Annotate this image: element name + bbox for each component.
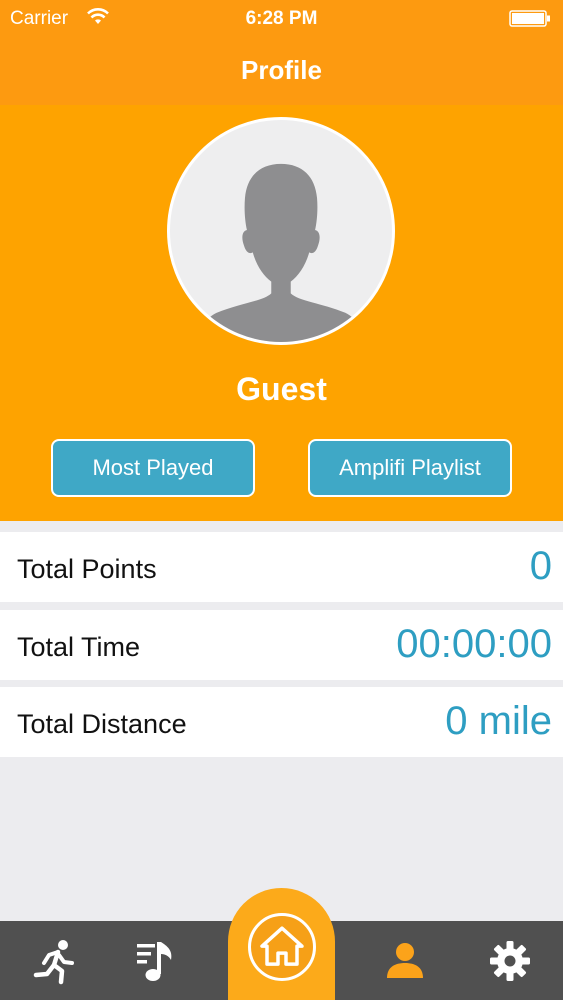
- tab-home[interactable]: [228, 888, 335, 1000]
- navigation-bar: Profile: [0, 38, 563, 105]
- tab-music[interactable]: [118, 921, 198, 1000]
- tab-settings[interactable]: [470, 921, 550, 1000]
- stat-row-total-points: Total Points 0: [0, 532, 563, 602]
- gear-icon: [490, 940, 530, 981]
- stat-row-total-time: Total Time 00:00:00: [0, 610, 563, 680]
- page-title: Profile: [241, 55, 322, 85]
- profile-icon: [387, 942, 423, 978]
- stat-row-total-distance: Total Distance 0 mile: [0, 687, 563, 757]
- tab-profile[interactable]: [365, 921, 445, 1000]
- profile-header: Guest Most Played Amplifi Playlist: [0, 105, 563, 521]
- stat-label: Total Time: [17, 632, 141, 662]
- amplifi-playlist-button[interactable]: Amplifi Playlist: [308, 439, 512, 497]
- profile-name: Guest: [236, 371, 327, 407]
- most-played-button[interactable]: Most Played: [51, 439, 255, 497]
- music-list-icon: [137, 941, 172, 981]
- stat-value: 0 mile: [445, 699, 552, 743]
- clock: 6:28 PM: [245, 8, 318, 29]
- stat-value: 0: [529, 544, 552, 588]
- status-bar: Carrier 6:28 PM: [0, 0, 563, 38]
- person-silhouette-icon: [197, 163, 365, 342]
- stat-label: Total Points: [17, 554, 157, 584]
- stat-label: Total Distance: [17, 709, 187, 739]
- tab-run[interactable]: [13, 921, 93, 1000]
- running-icon: [33, 939, 74, 984]
- home-button[interactable]: [248, 913, 316, 981]
- battery-icon: [509, 10, 551, 27]
- stat-value: 00:00:00: [396, 622, 552, 666]
- avatar[interactable]: [167, 117, 395, 345]
- home-icon: [260, 926, 304, 966]
